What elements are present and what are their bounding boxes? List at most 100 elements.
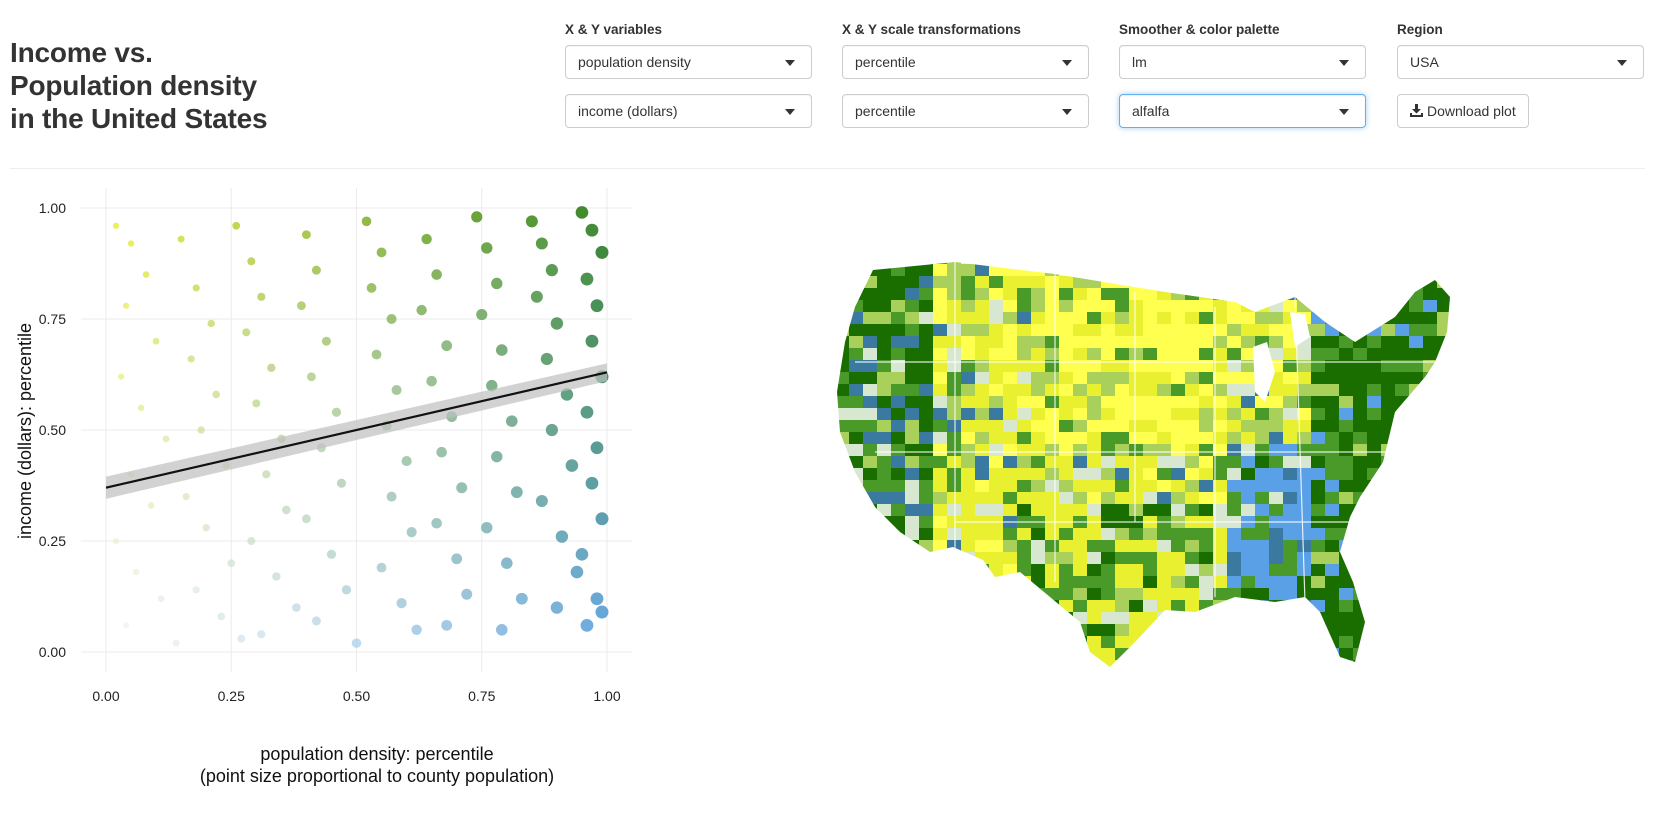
county-cell [1367, 288, 1382, 301]
county-cell [1157, 432, 1172, 445]
county-cell [947, 408, 962, 421]
county-cell [849, 624, 864, 637]
county-cell [1325, 262, 1340, 265]
county-cell [891, 408, 906, 421]
county-cell [1199, 288, 1214, 301]
county-cell [837, 540, 850, 553]
county-cell [933, 480, 948, 493]
county-cell [1185, 372, 1200, 385]
county-cell [1213, 262, 1228, 265]
county-cell [1255, 288, 1270, 301]
county-cell [1269, 648, 1284, 661]
county-cell [1451, 384, 1466, 397]
county-cell [1255, 612, 1270, 625]
county-cell [1031, 288, 1046, 301]
county-cell [975, 528, 990, 541]
county-cell [905, 468, 920, 481]
county-cell [1227, 660, 1242, 667]
county-cell [1353, 300, 1368, 313]
county-cell [1423, 396, 1438, 409]
county-cell [1073, 636, 1088, 649]
data-point [501, 557, 513, 569]
county-cell [1213, 600, 1228, 613]
county-cell [1213, 276, 1228, 289]
county-cell [1353, 636, 1368, 649]
download-plot-button[interactable]: Download plot [1397, 94, 1529, 128]
county-cell [1101, 528, 1116, 541]
county-cell [961, 672, 976, 685]
county-cell [1353, 432, 1368, 445]
county-cell [947, 336, 962, 349]
county-cell [1171, 552, 1186, 565]
county-cell [1353, 276, 1368, 289]
county-cell [1157, 444, 1172, 457]
county-cell [975, 336, 990, 349]
county-cell [1185, 420, 1200, 433]
county-cell [1241, 468, 1256, 481]
county-cell [1465, 312, 1480, 325]
county-cell [1101, 288, 1116, 301]
county-cell [1507, 660, 1522, 673]
county-cell [975, 348, 990, 361]
county-cell [1185, 660, 1200, 667]
county-cell [1017, 576, 1032, 589]
county-cell [947, 396, 962, 409]
county-cell [1003, 684, 1018, 692]
county-cell [961, 468, 976, 481]
county-cell [1157, 348, 1172, 361]
county-cell [1437, 300, 1450, 313]
county-cell [1171, 420, 1186, 433]
y-scale-select[interactable]: percentile [842, 94, 1089, 128]
county-cell [1395, 372, 1410, 385]
county-cell [1073, 648, 1088, 661]
county-cell [891, 672, 906, 685]
county-cell [975, 552, 990, 565]
county-cell [891, 300, 906, 313]
county-cell [1171, 636, 1186, 649]
county-cell [1451, 396, 1466, 409]
county-cell [961, 624, 976, 637]
county-cell [891, 348, 906, 361]
county-cell [1003, 528, 1018, 541]
county-cell [919, 660, 934, 667]
county-cell [1479, 528, 1494, 541]
county-cell [1269, 288, 1284, 301]
data-point [426, 375, 437, 387]
data-point [137, 404, 145, 411]
county-cell [1521, 612, 1535, 625]
county-cell [1129, 504, 1144, 517]
county-cell [1059, 372, 1074, 385]
county-cell [1451, 336, 1466, 349]
county-cell [1171, 348, 1186, 361]
county-cell [1269, 612, 1284, 625]
data-point [302, 514, 311, 524]
county-cell [1017, 420, 1032, 433]
county-cell [1255, 408, 1270, 421]
x-scale-select[interactable]: percentile [842, 45, 1089, 79]
data-point [590, 592, 604, 606]
county-cell [1353, 468, 1368, 481]
x-variable-select[interactable]: population density [565, 45, 812, 79]
palette-select[interactable]: alfalfa [1119, 94, 1366, 128]
county-cell [1017, 552, 1032, 565]
data-point [376, 247, 387, 258]
county-cell [1353, 312, 1368, 325]
county-cell [1325, 420, 1340, 433]
county-cell [891, 588, 906, 601]
county-cell [1423, 588, 1438, 601]
county-cell [1241, 288, 1256, 301]
smoother-select[interactable]: lm [1119, 45, 1366, 79]
county-cell [1451, 348, 1466, 361]
county-cell [1381, 264, 1396, 277]
region-select[interactable]: USA [1397, 45, 1644, 79]
county-cell [1409, 648, 1424, 661]
county-cell [1339, 648, 1354, 661]
county-cell [1507, 684, 1522, 692]
data-point [441, 340, 453, 352]
county-cell [1409, 288, 1424, 301]
county-cell [837, 396, 850, 409]
county-cell [1423, 624, 1438, 637]
county-cell [1087, 480, 1102, 493]
y-variable-select[interactable]: income (dollars) [565, 94, 812, 128]
county-cell [1031, 564, 1046, 577]
